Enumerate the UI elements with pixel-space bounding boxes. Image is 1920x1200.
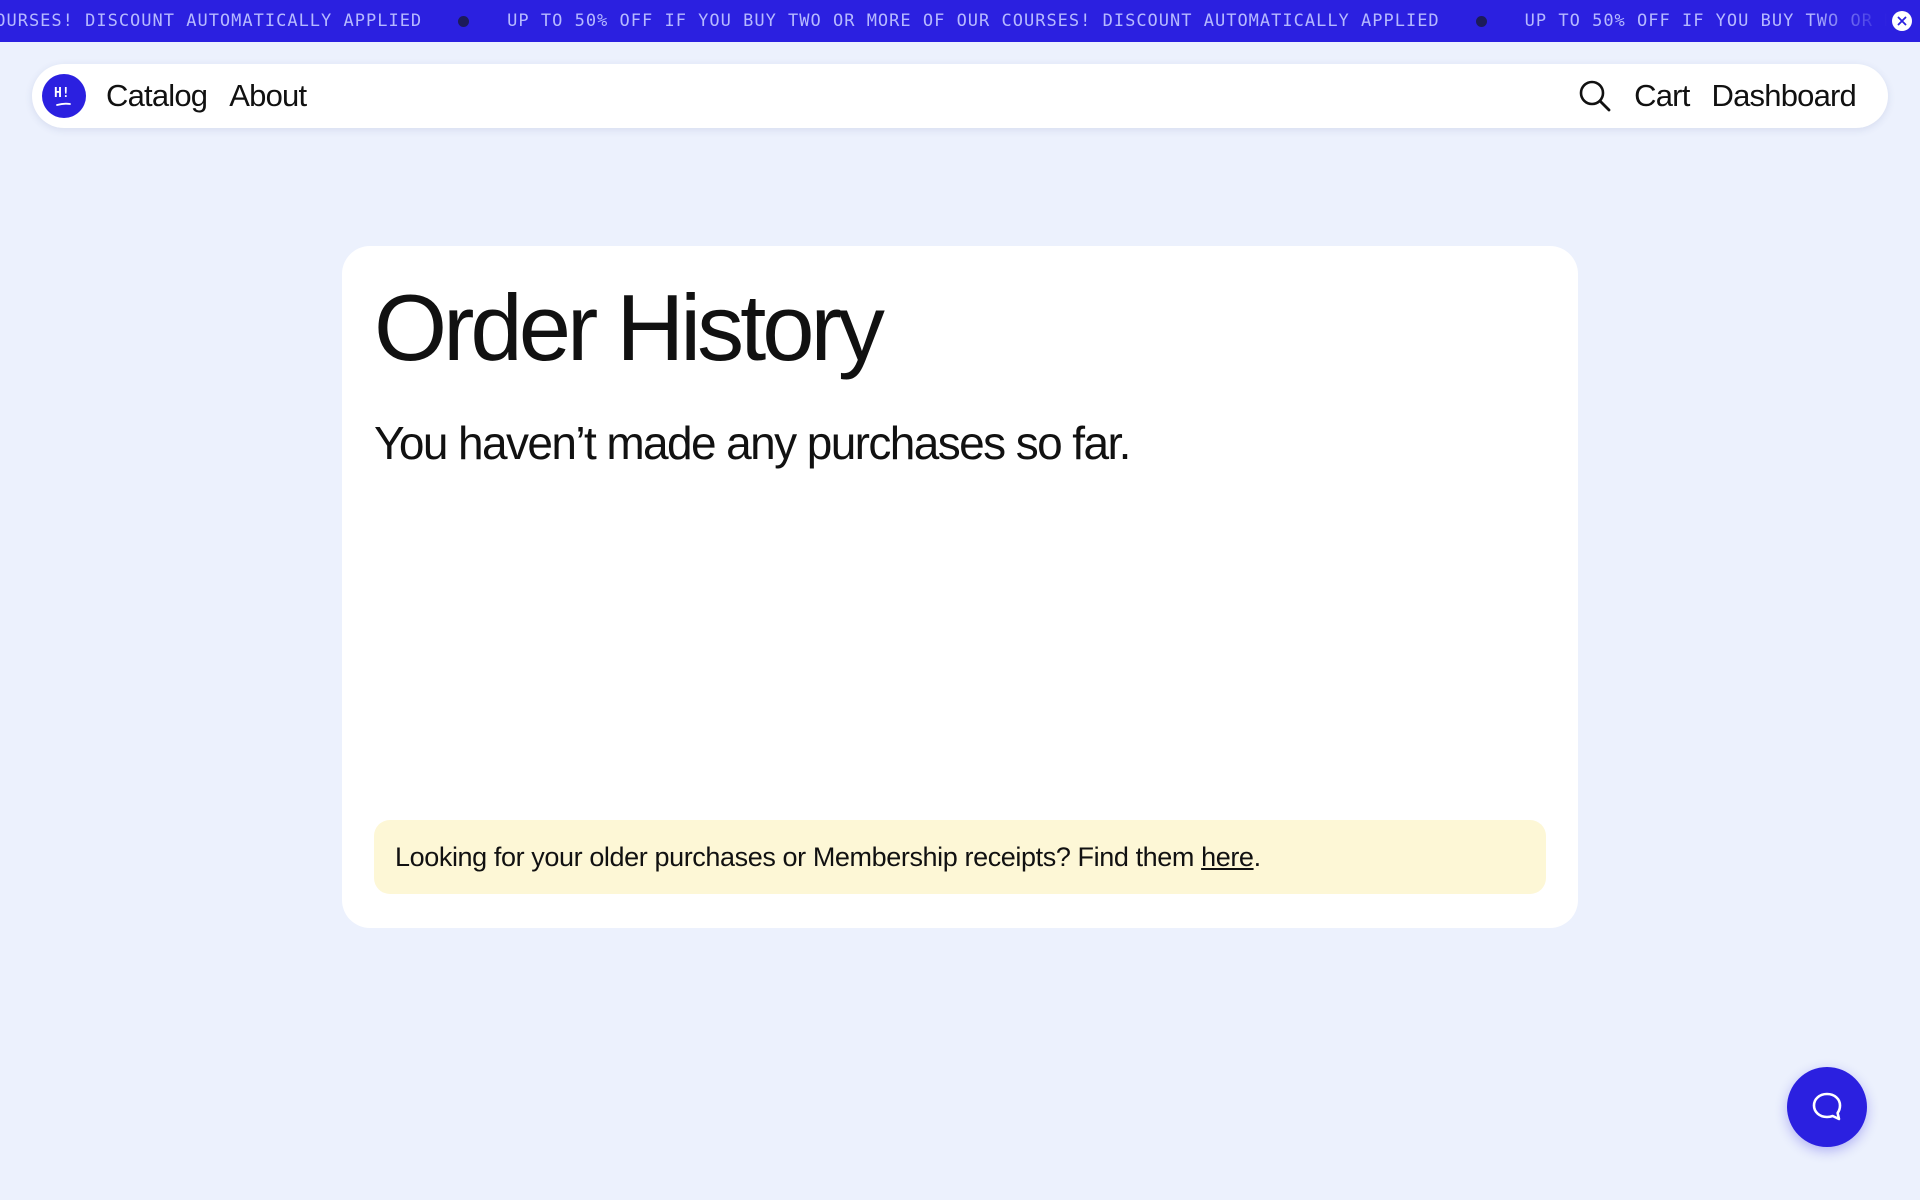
- older-purchases-notice: Looking for your older purchases or Memb…: [374, 820, 1546, 894]
- page-title: Order History: [374, 275, 885, 380]
- close-circle-icon: [1897, 16, 1907, 26]
- nav-link-cart[interactable]: Cart: [1634, 78, 1690, 114]
- notice-here-link[interactable]: here: [1201, 842, 1254, 872]
- notice-text: Looking for your older purchases or Memb…: [395, 842, 1261, 873]
- ticker-separator-dot: [458, 15, 470, 27]
- search-icon: [1579, 80, 1611, 112]
- ticker-text: COURSES! DISCOUNT AUTOMATICALLY APPLIED: [0, 11, 423, 31]
- empty-state-message: You haven’t made any purchases so far.: [374, 417, 1131, 469]
- nav-right-group: Cart Dashboard: [1578, 78, 1857, 114]
- notice-text-after: .: [1253, 841, 1262, 872]
- ticker-text: UP TO 50% OFF IF YOU BUY TWO OR MORE OF …: [507, 11, 1440, 31]
- top-navbar: H! Catalog About Cart Dashboard: [32, 64, 1888, 128]
- logo-button[interactable]: H!: [42, 74, 86, 118]
- chat-support-button[interactable]: [1787, 1067, 1867, 1147]
- order-history-card: Order History You haven’t made any purch…: [342, 246, 1578, 928]
- nav-link-about[interactable]: About: [229, 78, 307, 114]
- announcement-ticker: COURSES! DISCOUNT AUTOMATICALLY APPLIED …: [0, 0, 1920, 42]
- ticker-track: COURSES! DISCOUNT AUTOMATICALLY APPLIED …: [0, 0, 1920, 42]
- nav-link-catalog[interactable]: Catalog: [106, 78, 208, 114]
- ticker-separator-dot: [1475, 15, 1487, 27]
- notice-text-before: Looking for your older purchases or Memb…: [395, 841, 1202, 872]
- close-ticker-button[interactable]: [1892, 11, 1912, 31]
- search-button[interactable]: [1578, 79, 1612, 113]
- nav-link-dashboard[interactable]: Dashboard: [1712, 78, 1857, 114]
- logo-icon: H!: [54, 86, 71, 106]
- chat-bubble-icon: [1812, 1092, 1842, 1121]
- svg-text:H!: H!: [54, 86, 70, 101]
